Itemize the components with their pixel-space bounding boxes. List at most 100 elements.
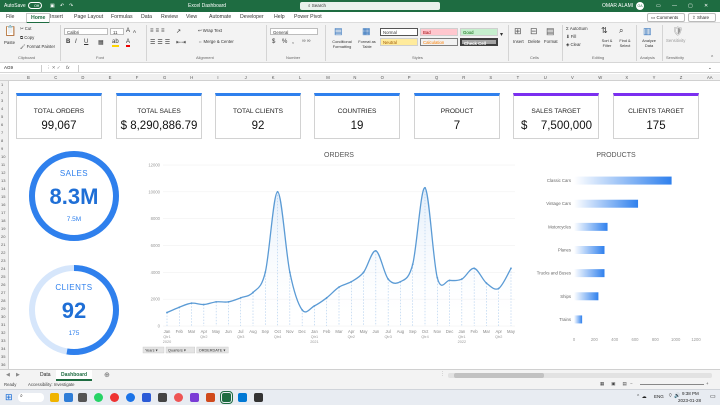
word-icon[interactable]: [142, 393, 151, 402]
cancel-enter-icons[interactable]: ⋮ ✕ ✓: [46, 65, 61, 71]
row-header[interactable]: 34: [1, 346, 5, 351]
save-icon[interactable]: ▣: [50, 3, 55, 9]
row-header[interactable]: 15: [1, 194, 5, 199]
kpi-card[interactable]: TOTAL CLIENTS 92: [215, 93, 301, 139]
product-bar[interactable]: [574, 199, 639, 208]
analyze-data-icon[interactable]: ▥: [643, 26, 652, 37]
paste-icon[interactable]: 📋: [4, 26, 16, 37]
ribbon-tab-view[interactable]: View: [186, 14, 197, 20]
orders-point[interactable]: [338, 286, 340, 288]
clock-time[interactable]: 9:38 PM: [682, 391, 699, 396]
orders-point[interactable]: [325, 296, 328, 299]
row-header[interactable]: 4: [1, 106, 3, 111]
app-icon[interactable]: [158, 393, 167, 402]
decimal-icons[interactable]: ⁰⁰ ⁰⁰: [302, 39, 310, 45]
row-header[interactable]: 11: [1, 162, 5, 167]
ribbon-tab-automate[interactable]: Automate: [209, 14, 231, 20]
tab-data[interactable]: Data: [36, 372, 55, 378]
orders-point[interactable]: [264, 271, 267, 274]
ribbon-tab-formulas[interactable]: Formulas: [111, 14, 133, 20]
insert-cells-icon[interactable]: ⊞: [514, 26, 522, 37]
column-header[interactable]: I: [217, 75, 218, 80]
style-check-cell[interactable]: Check Cell: [460, 38, 498, 46]
add-sheet-icon[interactable]: ⊕: [104, 371, 110, 379]
horizontal-align-icons[interactable]: ☰☰☰: [150, 39, 172, 46]
autosave-toggle[interactable]: Off: [28, 2, 42, 9]
orders-point[interactable]: [448, 279, 451, 282]
zoom-slider[interactable]: [640, 384, 704, 385]
row-header[interactable]: 7: [1, 130, 3, 135]
column-header[interactable]: G: [163, 75, 166, 80]
currency-button[interactable]: $: [272, 39, 275, 45]
comma-button[interactable]: ,: [292, 38, 294, 45]
grow-font-button[interactable]: A: [126, 28, 130, 34]
minimize-icon[interactable]: —: [672, 3, 677, 9]
number-format-select[interactable]: General: [270, 28, 318, 35]
fill-button[interactable]: ⬇ Fill: [566, 34, 576, 40]
accessibility-status[interactable]: Accessibility: Investigate: [28, 382, 75, 387]
format-painter-button[interactable]: 🖌 Format Painter: [20, 44, 55, 50]
style-neutral[interactable]: Neutral: [380, 38, 418, 46]
insert-cells-button[interactable]: Insert: [513, 39, 524, 44]
orders-point[interactable]: [252, 291, 254, 294]
row-header[interactable]: 12: [1, 170, 5, 175]
excel-icon[interactable]: [220, 391, 233, 404]
row-header[interactable]: 22: [1, 250, 5, 255]
row-header[interactable]: 2: [1, 90, 3, 95]
sheet-options-icon[interactable]: ⋮: [440, 371, 445, 377]
ribbon-tab-page-layout[interactable]: Page Layout: [74, 14, 103, 20]
orders-point[interactable]: [190, 302, 193, 305]
column-header[interactable]: K: [272, 75, 275, 80]
row-header[interactable]: 30: [1, 314, 5, 319]
horizontal-scrollbar[interactable]: [448, 373, 712, 378]
row-header[interactable]: 26: [1, 282, 5, 287]
clear-button[interactable]: ◈ Clear: [566, 42, 581, 48]
column-header[interactable]: X: [625, 75, 628, 80]
orders-point[interactable]: [202, 303, 205, 306]
column-header[interactable]: U: [544, 75, 547, 80]
clients-donut[interactable]: CLIENTS 92 175: [27, 263, 121, 357]
ribbon-tab-file[interactable]: File: [6, 14, 14, 20]
underline-button[interactable]: U: [84, 39, 88, 45]
merge-center-button[interactable]: ⇔ Merge & Center: [198, 39, 234, 44]
app-icon-4[interactable]: [238, 393, 247, 402]
row-header[interactable]: 1: [1, 82, 3, 87]
close-icon[interactable]: ✕: [704, 3, 708, 9]
taskbar-search-icon[interactable]: ⌕: [18, 393, 44, 402]
powerpoint-icon[interactable]: [206, 393, 215, 402]
maximize-icon[interactable]: ▢: [688, 3, 693, 9]
ribbon-tab-developer[interactable]: Developer: [240, 14, 264, 20]
column-header[interactable]: N: [353, 75, 356, 80]
row-header[interactable]: 29: [1, 306, 5, 311]
style-bad[interactable]: Bad: [420, 28, 458, 36]
orders-point[interactable]: [166, 311, 168, 314]
column-header[interactable]: L: [299, 75, 301, 80]
style-good[interactable]: Good: [460, 28, 498, 36]
column-header[interactable]: O: [381, 75, 384, 80]
orders-point[interactable]: [387, 278, 390, 280]
kpi-card[interactable]: TOTAL SALES $ 8,290,886.79: [116, 93, 202, 139]
column-header[interactable]: Y: [653, 75, 656, 80]
row-header[interactable]: 21: [1, 242, 5, 247]
redo-icon[interactable]: ↷: [69, 3, 73, 9]
comments-button[interactable]: ▭ Comments: [647, 13, 685, 22]
italic-button[interactable]: I: [75, 39, 77, 45]
row-header[interactable]: 35: [1, 354, 5, 359]
column-header[interactable]: Q: [435, 75, 438, 80]
kpi-card[interactable]: CLIENTS TARGET 175: [613, 93, 699, 139]
column-header[interactable]: V: [571, 75, 574, 80]
orders-point[interactable]: [276, 190, 279, 193]
undo-icon[interactable]: ↶: [60, 3, 64, 9]
sensitivity-icon[interactable]: 🛡: [672, 26, 683, 37]
store-icon[interactable]: [64, 393, 73, 402]
row-header[interactable]: 27: [1, 290, 5, 295]
copy-button[interactable]: ⧉ Copy: [20, 35, 34, 40]
clock-date[interactable]: 2023-01-28: [678, 398, 701, 403]
highlight-button[interactable]: ab: [112, 39, 119, 47]
column-header[interactable]: H: [190, 75, 193, 80]
styles-more-icon[interactable]: ▾: [500, 31, 503, 38]
kpi-card[interactable]: COUNTRIES 19: [314, 93, 400, 139]
insert-function-button[interactable]: fx: [66, 65, 70, 70]
zoom-in-icon[interactable]: +: [706, 381, 709, 386]
avatar[interactable]: OA: [636, 2, 644, 10]
